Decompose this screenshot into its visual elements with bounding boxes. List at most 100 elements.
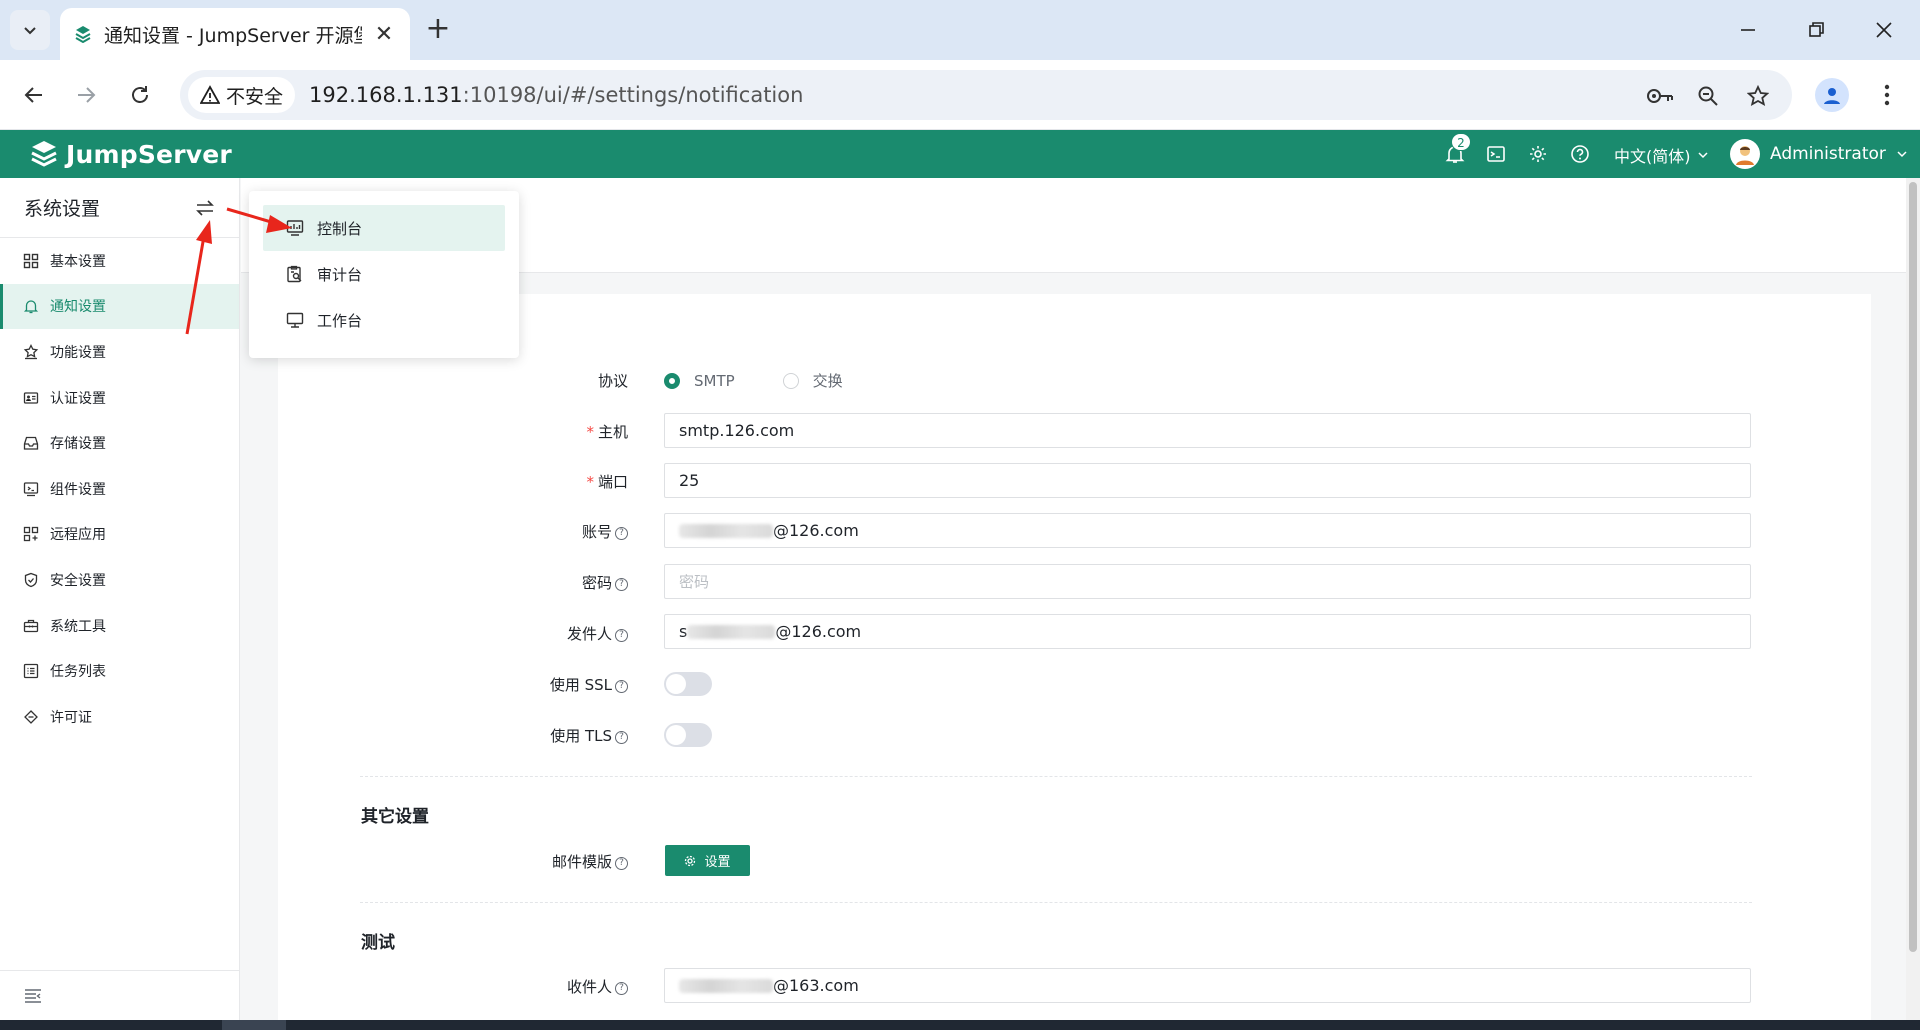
shield-icon	[22, 571, 40, 589]
switch-arrows-icon	[196, 200, 214, 216]
browser-menu-button[interactable]	[1872, 78, 1902, 112]
sidebar-item-label: 系统工具	[50, 618, 106, 635]
close-window-button[interactable]	[1864, 10, 1904, 50]
taskbar-active-item[interactable]	[222, 1020, 286, 1030]
menu-item-workbench[interactable]: 工作台	[263, 297, 505, 343]
sidebar-item-label: 存储设置	[50, 436, 106, 453]
ssl-toggle[interactable]	[664, 672, 712, 696]
sidebar-item-remote-apps[interactable]: 远程应用	[0, 512, 239, 558]
port-input[interactable]: 25	[664, 463, 1751, 498]
help-button[interactable]	[1568, 142, 1592, 166]
restore-button[interactable]	[1796, 10, 1836, 50]
help-icon[interactable]: ?	[615, 578, 628, 591]
sidebar-header: 系统设置	[0, 178, 239, 238]
scrollbar-thumb[interactable]	[1909, 182, 1917, 952]
sidebar-item-components[interactable]: 组件设置	[0, 466, 239, 512]
language-selector[interactable]: 中文(简体)	[1614, 143, 1709, 167]
help-icon[interactable]: ?	[615, 680, 628, 693]
template-settings-button[interactable]: 设置	[665, 845, 750, 876]
tab-close-button[interactable]: ✕	[372, 22, 396, 47]
password-key-button[interactable]	[1646, 82, 1674, 110]
url-text[interactable]: 192.168.1.131:10198/ui/#/settings/notifi…	[309, 83, 803, 107]
help-icon[interactable]: ?	[615, 731, 628, 744]
address-bar[interactable]: 不安全 192.168.1.131:10198/ui/#/settings/no…	[180, 70, 1792, 120]
new-tab-button[interactable]: +	[422, 14, 454, 46]
password-placeholder: 密码	[679, 573, 710, 591]
tab-search-button[interactable]	[10, 10, 50, 50]
help-icon[interactable]: ?	[615, 982, 628, 995]
avatar	[1730, 139, 1760, 169]
tab-title: 通知设置 - JumpServer 开源堡垒机	[104, 24, 362, 47]
account-input[interactable]: @126.com	[664, 513, 1751, 548]
view-switch-button[interactable]	[193, 196, 217, 220]
sidebar-collapse-button[interactable]	[0, 970, 239, 1020]
other-settings-title: 其它设置	[361, 807, 429, 827]
back-button[interactable]	[16, 77, 52, 113]
sidebar-item-license[interactable]: 许可证	[0, 694, 239, 740]
inbox-icon	[22, 434, 40, 452]
recipient-input[interactable]: @163.com	[664, 968, 1751, 1003]
profile-button[interactable]	[1815, 78, 1849, 112]
sidebar-title: 系统设置	[24, 198, 101, 220]
forward-button[interactable]	[68, 77, 104, 113]
tls-label: 使用 TLS?	[408, 725, 628, 746]
bell-icon	[22, 297, 40, 315]
reload-button[interactable]	[122, 77, 158, 113]
web-terminal-button[interactable]	[1484, 142, 1508, 166]
host-label: * 主机	[586, 423, 628, 441]
redacted-text	[679, 523, 773, 538]
person-icon	[1824, 88, 1840, 104]
menu-item-console[interactable]: 控制台	[263, 205, 505, 251]
sender-value: @126.com	[775, 622, 862, 641]
menu-item-audit[interactable]: 审计台	[263, 251, 505, 297]
ssl-label: 使用 SSL?	[408, 674, 628, 695]
sender-input[interactable]: s @126.com	[664, 614, 1751, 649]
section-divider	[360, 902, 1752, 903]
toolbox-icon	[22, 617, 40, 635]
template-button-label: 设置	[704, 855, 731, 870]
sidebar-item-tasks[interactable]: 任务列表	[0, 648, 239, 694]
password-input[interactable]: 密码	[664, 564, 1751, 599]
star-box-icon	[22, 343, 40, 361]
help-icon[interactable]: ?	[615, 527, 628, 540]
browser-tab-active[interactable]: 通知设置 - JumpServer 开源堡垒机 ✕	[60, 8, 410, 60]
account-value: @126.com	[773, 521, 859, 540]
sidebar-item-label: 认证设置	[50, 390, 106, 407]
help-icon[interactable]: ?	[615, 629, 628, 642]
zoom-button[interactable]	[1694, 82, 1722, 110]
bookmark-button[interactable]	[1744, 82, 1772, 110]
security-indicator[interactable]: 不安全	[188, 77, 296, 113]
radio-smtp-label[interactable]: SMTP	[694, 372, 735, 390]
sidebar-item-features[interactable]: 功能设置	[0, 329, 239, 375]
minimize-button[interactable]	[1728, 10, 1768, 50]
view-switcher-menu: 控制台 审计台 工作台	[249, 191, 519, 358]
help-icon[interactable]: ?	[615, 857, 628, 870]
radio-smtp[interactable]	[664, 372, 680, 389]
recipient-value: @163.com	[773, 976, 859, 995]
settings-button[interactable]	[1526, 142, 1550, 166]
user-menu[interactable]: Administrator	[1730, 139, 1908, 169]
url-path: :10198/ui/#/settings/notification	[462, 83, 804, 107]
sidebar-item-label: 基本设置	[50, 253, 106, 270]
sidebar-item-label: 组件设置	[50, 481, 106, 498]
host-input[interactable]: smtp.126.com	[664, 413, 1751, 448]
sidebar-item-basic[interactable]: 基本设置	[0, 238, 239, 284]
recipient-label: 收件人?	[408, 976, 628, 997]
protocol-radio-group: SMTP 交换	[664, 370, 843, 391]
page-scrollbar[interactable]	[1906, 178, 1920, 1020]
browser-tab-bar: 通知设置 - JumpServer 开源堡垒机 ✕ +	[0, 0, 1920, 60]
radio-exchange[interactable]	[782, 372, 799, 389]
terminal-icon	[1487, 146, 1505, 162]
menu-item-label: 审计台	[317, 265, 363, 284]
sidebar-item-notification[interactable]: 通知设置	[0, 283, 239, 330]
tls-toggle[interactable]	[664, 723, 712, 747]
sidebar-item-auth[interactable]: 认证设置	[0, 375, 239, 421]
user-avatar-icon	[1736, 146, 1754, 165]
sidebar-item-storage[interactable]: 存储设置	[0, 420, 239, 466]
sidebar-item-tools[interactable]: 系统工具	[0, 603, 239, 649]
chevron-down-icon	[24, 27, 36, 35]
radio-exchange-label[interactable]: 交换	[813, 370, 843, 391]
sidebar-item-security[interactable]: 安全设置	[0, 557, 239, 603]
monitor-icon	[285, 310, 305, 330]
logo[interactable]: JumpServer	[28, 138, 232, 170]
